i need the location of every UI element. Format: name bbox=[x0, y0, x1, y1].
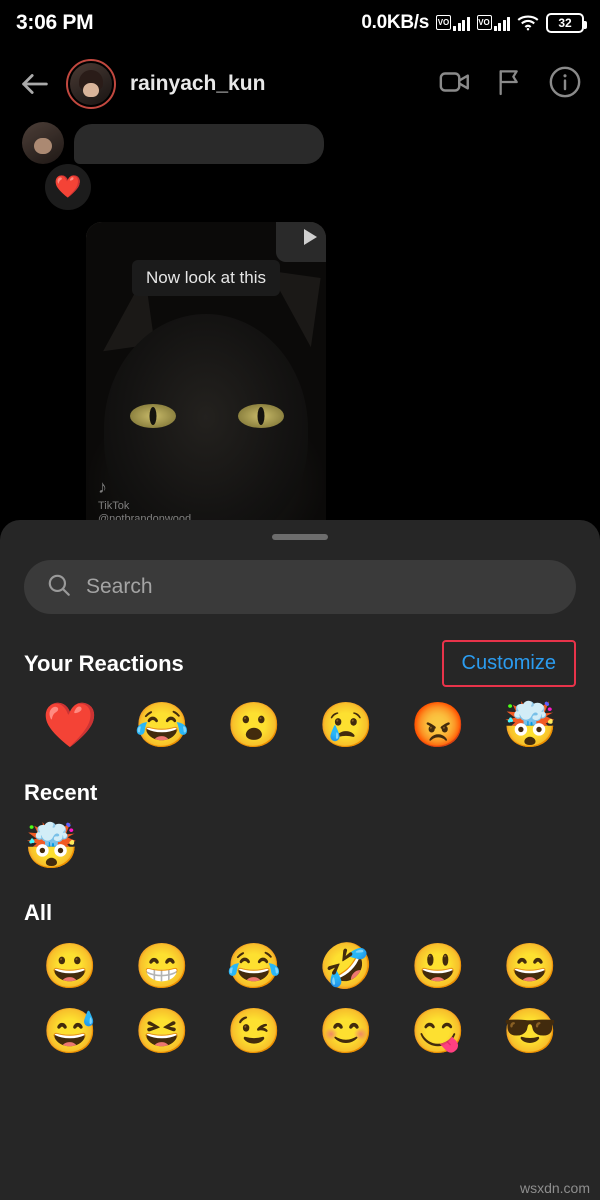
your-reactions-header: Your Reactions Customize bbox=[24, 640, 576, 687]
sender-avatar bbox=[22, 122, 64, 164]
recent-header: Recent bbox=[24, 778, 576, 808]
network-speed: 0.0KB/s bbox=[361, 12, 429, 33]
emoji-item[interactable]: 😂 bbox=[135, 701, 190, 752]
play-button-icon[interactable] bbox=[276, 222, 326, 262]
status-bar: 3:06 PM 0.0KB/s VO VO 32 bbox=[0, 0, 600, 46]
phone-screen: 3:06 PM 0.0KB/s VO VO 32 rainyach_kun ❤️… bbox=[0, 0, 600, 1200]
emoji-item[interactable]: 😃 bbox=[411, 942, 466, 993]
emoji-picker-sheet: Search Your Reactions Customize ❤️ 😂 😮 😢… bbox=[0, 520, 600, 1200]
signal-bars-icon bbox=[453, 15, 470, 31]
emoji-item[interactable]: 😉 bbox=[227, 1007, 282, 1058]
emoji-item[interactable]: 😋 bbox=[411, 1007, 466, 1058]
cat-eye-right bbox=[238, 404, 284, 428]
all-emoji-row-1: 😀 😁 😂 🤣 😃 😄 bbox=[24, 942, 576, 993]
contact-name[interactable]: rainyach_kun bbox=[130, 72, 424, 96]
your-reactions-emoji-row: ❤️ 😂 😮 😢 😡 🤯 bbox=[24, 701, 576, 752]
battery-level: 32 bbox=[558, 16, 572, 30]
recent-title: Recent bbox=[24, 779, 98, 805]
customize-label: Customize bbox=[461, 652, 556, 674]
all-title: All bbox=[24, 900, 53, 926]
wifi-icon bbox=[517, 15, 539, 31]
emoji-item[interactable]: 😢 bbox=[319, 701, 374, 752]
emoji-item[interactable]: ❤️ bbox=[43, 701, 98, 752]
emoji-item[interactable]: 😆 bbox=[135, 1007, 190, 1058]
chat-header: rainyach_kun bbox=[0, 46, 600, 122]
status-time: 3:06 PM bbox=[16, 11, 94, 34]
status-indicators: 0.0KB/s VO VO 32 bbox=[361, 12, 587, 34]
avatar[interactable] bbox=[66, 59, 116, 109]
all-emoji-row-2: 😅 😆 😉 😊 😋 😎 bbox=[24, 1007, 576, 1058]
sim1-signal: VO bbox=[436, 15, 470, 31]
sim2-signal: VO bbox=[476, 15, 510, 31]
signal-bars-icon bbox=[493, 15, 510, 31]
tiktok-watermark: ♪ TikTok @notbrandonwood bbox=[98, 477, 191, 526]
avatar-image bbox=[70, 63, 112, 105]
emoji-item[interactable]: 😄 bbox=[503, 942, 558, 993]
video-call-icon[interactable] bbox=[438, 65, 472, 104]
cat-eye-left bbox=[130, 404, 176, 428]
message-row bbox=[22, 122, 324, 164]
header-actions bbox=[438, 65, 582, 104]
emoji-item[interactable]: 😎 bbox=[503, 1007, 558, 1058]
page-watermark: wsxdn.com bbox=[519, 1180, 590, 1196]
search-placeholder: Search bbox=[86, 575, 153, 598]
back-arrow-icon[interactable] bbox=[18, 67, 52, 101]
emoji-item[interactable]: 🤯 bbox=[503, 701, 558, 752]
emoji-item[interactable]: 😊 bbox=[319, 1007, 374, 1058]
search-icon bbox=[46, 572, 72, 603]
emoji-item[interactable]: 😡 bbox=[411, 701, 466, 752]
message-bubble[interactable] bbox=[74, 124, 324, 164]
video-caption: Now look at this bbox=[132, 260, 280, 296]
watermark-app: TikTok bbox=[98, 499, 130, 512]
emoji-item[interactable]: 😁 bbox=[135, 942, 190, 993]
emoji-item[interactable]: 😂 bbox=[227, 942, 282, 993]
sim2-label: VO bbox=[476, 15, 492, 30]
emoji-item[interactable]: 😅 bbox=[43, 1007, 98, 1058]
reaction-badge[interactable]: ❤️ bbox=[45, 164, 91, 210]
customize-button[interactable]: Customize bbox=[441, 640, 576, 687]
all-header: All bbox=[24, 898, 576, 928]
info-icon[interactable] bbox=[548, 65, 582, 104]
emoji-item[interactable]: 😀 bbox=[43, 942, 98, 993]
emoji-item[interactable]: 😮 bbox=[227, 701, 282, 752]
flag-icon[interactable] bbox=[494, 66, 526, 103]
battery-indicator: 32 bbox=[546, 13, 587, 33]
search-input[interactable]: Search bbox=[24, 560, 576, 614]
emoji-item[interactable]: 🤣 bbox=[319, 942, 374, 993]
sheet-drag-handle[interactable] bbox=[272, 534, 328, 540]
sim1-label: VO bbox=[436, 15, 451, 30]
music-note-icon: ♪ bbox=[98, 477, 107, 497]
your-reactions-title: Your Reactions bbox=[24, 650, 184, 676]
recent-emoji-row: 🤯 bbox=[24, 822, 576, 873]
emoji-item[interactable]: 🤯 bbox=[24, 822, 79, 871]
